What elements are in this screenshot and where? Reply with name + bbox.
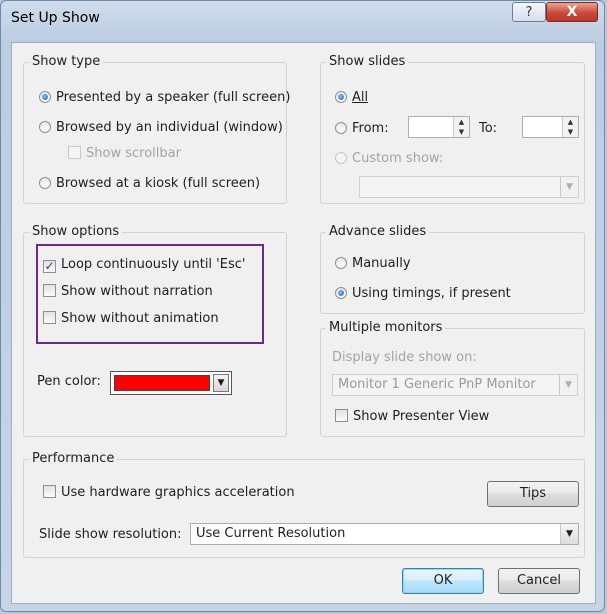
- checkbox-show-presenter-view-label: Show Presenter View: [353, 409, 490, 424]
- radio-icon[interactable]: [335, 257, 347, 269]
- pen-color-label: Pen color:: [37, 374, 101, 389]
- radio-icon[interactable]: [39, 121, 51, 133]
- to-slide-spinner[interactable]: ▲ ▼: [522, 116, 579, 138]
- help-button[interactable]: ?: [512, 2, 546, 22]
- ok-button[interactable]: OK: [402, 568, 484, 594]
- radio-from-slide[interactable]: From:: [335, 121, 389, 136]
- advance-slides-group: [320, 232, 585, 314]
- pen-color-swatch: [114, 375, 210, 391]
- checkbox-show-scrollbar-label: Show scrollbar: [86, 146, 181, 161]
- performance-label: Performance: [29, 451, 118, 466]
- radio-presented-by-speaker-label: Presented by a speaker (full screen): [56, 90, 291, 105]
- spinner-arrows-icon[interactable]: ▲ ▼: [562, 117, 578, 137]
- show-type-label: Show type: [29, 54, 104, 69]
- radio-all-slides[interactable]: All: [335, 90, 368, 105]
- advance-slides-label: Advance slides: [326, 224, 430, 239]
- title-bar[interactable]: Set Up Show ? X: [1, 1, 604, 37]
- monitor-dropdown: Monitor 1 Generic PnP Monitor ▼: [332, 374, 578, 396]
- radio-presented-by-speaker[interactable]: Presented by a speaker (full screen): [39, 90, 290, 105]
- show-slides-label: Show slides: [326, 54, 409, 69]
- radio-selected-icon[interactable]: [39, 91, 51, 103]
- checkbox-show-scrollbar: Show scrollbar: [68, 146, 181, 161]
- radio-from-slide-label: From:: [352, 121, 389, 136]
- from-slide-spinner[interactable]: ▲ ▼: [408, 116, 470, 138]
- chevron-down-icon[interactable]: ▼: [560, 524, 578, 544]
- radio-browsed-at-kiosk-label: Browsed at a kiosk (full screen): [56, 176, 261, 191]
- checkbox-hardware-acceleration[interactable]: Use hardware graphics acceleration: [43, 485, 295, 500]
- show-options-label: Show options: [29, 224, 123, 239]
- radio-selected-icon[interactable]: [335, 287, 347, 299]
- monitor-value: Monitor 1 Generic PnP Monitor: [338, 377, 536, 392]
- set-up-show-dialog: Set Up Show ? X Show type Presented by a…: [0, 0, 605, 612]
- radio-manually-label: Manually: [352, 256, 411, 271]
- tips-button[interactable]: Tips: [487, 481, 579, 507]
- radio-disabled-icon: [335, 152, 347, 164]
- radio-selected-icon[interactable]: [335, 91, 347, 103]
- close-button[interactable]: X: [546, 2, 598, 22]
- resolution-dropdown[interactable]: Use Current Resolution ▼: [190, 523, 579, 545]
- checkbox-icon: [68, 146, 81, 159]
- custom-show-dropdown: ▼: [359, 176, 579, 198]
- chevron-down-icon[interactable]: ▼: [213, 374, 229, 392]
- radio-using-timings[interactable]: Using timings, if present: [335, 286, 511, 301]
- chevron-down-icon: ▼: [560, 177, 578, 197]
- display-slide-show-on-label: Display slide show on:: [332, 350, 477, 365]
- radio-manually[interactable]: Manually: [335, 256, 411, 271]
- checkbox-show-presenter-view[interactable]: Show Presenter View: [335, 409, 489, 424]
- radio-custom-show: Custom show:: [335, 151, 443, 166]
- cancel-button[interactable]: Cancel: [498, 568, 580, 594]
- radio-browsed-by-individual-label: Browsed by an individual (window): [56, 120, 283, 135]
- radio-icon[interactable]: [335, 122, 347, 134]
- dialog-client-area: Show type Presented by a speaker (full s…: [11, 42, 596, 604]
- radio-custom-show-label: Custom show:: [352, 151, 444, 166]
- radio-icon[interactable]: [39, 177, 51, 189]
- checkbox-icon[interactable]: [43, 485, 56, 498]
- window-title: Set Up Show: [11, 10, 100, 26]
- pen-color-picker[interactable]: ▼: [110, 371, 232, 395]
- checkbox-hardware-acceleration-label: Use hardware graphics acceleration: [61, 485, 295, 500]
- highlight-box: [36, 244, 264, 344]
- multiple-monitors-label: Multiple monitors: [326, 320, 446, 335]
- radio-browsed-at-kiosk[interactable]: Browsed at a kiosk (full screen): [39, 176, 260, 191]
- radio-using-timings-label: Using timings, if present: [352, 286, 511, 301]
- resolution-value: Use Current Resolution: [196, 526, 346, 541]
- checkbox-icon[interactable]: [335, 409, 348, 422]
- radio-browsed-by-individual[interactable]: Browsed by an individual (window): [39, 120, 283, 135]
- radio-all-slides-label: All: [352, 90, 369, 105]
- resolution-label: Slide show resolution:: [39, 527, 182, 542]
- spinner-arrows-icon[interactable]: ▲ ▼: [453, 117, 469, 137]
- chevron-down-icon: ▼: [559, 375, 577, 395]
- to-slide-label: To:: [479, 121, 498, 136]
